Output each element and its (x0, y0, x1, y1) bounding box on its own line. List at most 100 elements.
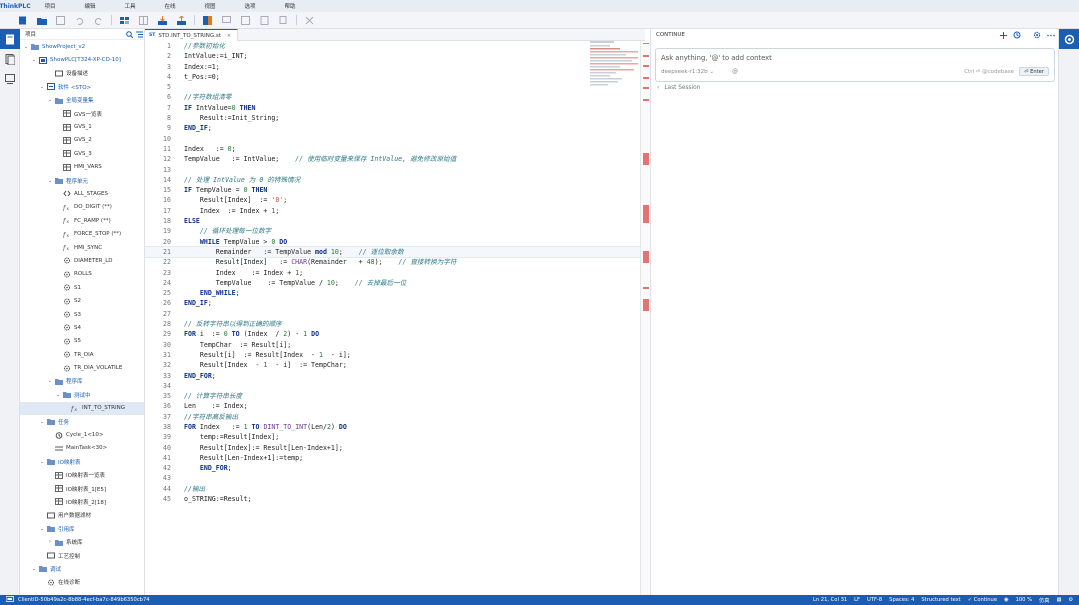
collapse-all-icon[interactable] (134, 31, 144, 38)
run-icon[interactable] (236, 14, 255, 27)
menu-tools[interactable]: 工具 (110, 2, 150, 10)
tree-item[interactable]: f x HMI_SYNC (20, 241, 144, 254)
code-editor[interactable]: 1 //参数初始化 2 IntValue:=i_INT; 3 Index:=1; 4 t_Po… (145, 41, 645, 595)
code-line[interactable]: 38 FOR Index := 1 TO DINT_TO_INT(Len/2) D… (145, 422, 645, 432)
code-line[interactable]: 41 Result[Len-Index+1]:=temp; (145, 453, 645, 463)
tree-item[interactable]: IO映射表_1[E5] (20, 482, 144, 495)
tree-item[interactable]: 设备描述 (20, 67, 144, 80)
tree-item[interactable]: S4 (20, 321, 144, 334)
code-line[interactable]: 43 (145, 473, 645, 483)
code-line[interactable]: 16 Result[Index] := '0'; (145, 195, 645, 205)
code-line[interactable]: 4 t_Pos:=0; (145, 72, 645, 82)
code-line[interactable]: 15 IF TempValue = 0 THEN (145, 185, 645, 195)
code-line[interactable]: 33 END_FOR; (145, 371, 645, 381)
menu-edit[interactable]: 编辑 (70, 2, 110, 10)
settings-gear-icon[interactable] (1030, 31, 1044, 39)
encoding-indicator[interactable]: UTF-8 (867, 597, 882, 603)
chat-input-box[interactable]: Ask anything, '@' to add context deepsee… (655, 48, 1055, 82)
tree-item[interactable]: f x INT_TO_STRING (20, 401, 144, 415)
menu-project[interactable]: 项目 (30, 2, 70, 10)
code-line[interactable]: 13 (145, 165, 645, 175)
tree-item[interactable]: GVS_1 (20, 120, 144, 133)
monitor-view-icon[interactable] (0, 69, 20, 89)
tree-item[interactable]: ⌄ 程序单元 (20, 174, 144, 187)
upload-icon[interactable] (172, 14, 191, 27)
tree-item[interactable]: 用户数据滤材 (20, 509, 144, 522)
build-icon[interactable] (115, 14, 134, 27)
continue-status[interactable]: ✓ Continue (968, 597, 997, 603)
code-line[interactable]: 23 Index := Index + 1; (145, 268, 645, 278)
code-line[interactable]: 6 //字符数组清零 (145, 92, 645, 102)
chevron-down-icon[interactable]: ⌄ (38, 84, 46, 90)
tree-item[interactable]: ⌄ 程序库 (20, 375, 144, 388)
tree-item[interactable]: S2 (20, 294, 144, 307)
chevron-down-icon[interactable]: ⌄ (46, 378, 54, 384)
tree-item[interactable]: ⌄ ShowProject_v2 (20, 40, 144, 53)
tree-item[interactable]: › 系统库 (20, 535, 144, 548)
menu-online[interactable]: 在线 (150, 2, 190, 10)
code-line[interactable]: 28 // 反转字符串以得到正确的顺序 (145, 319, 645, 329)
tree-item[interactable]: S1 (20, 281, 144, 294)
tree-item[interactable]: ALL_STAGES (20, 187, 144, 200)
code-line[interactable]: 7 IF IntValue=0 THEN (145, 103, 645, 113)
new-session-icon[interactable] (996, 31, 1010, 39)
code-line[interactable]: 27 (145, 309, 645, 319)
save-icon[interactable] (51, 14, 70, 27)
tree-item[interactable]: ROLLS (20, 268, 144, 281)
model-selector[interactable]: deepseek-r1:32b ⌄ (661, 69, 714, 75)
tree-item[interactable]: TR_DIA (20, 348, 144, 361)
code-line[interactable]: 44 //输出 (145, 484, 645, 494)
code-line[interactable]: 32 Result[Index - 1 - i] := TempChar; (145, 360, 645, 370)
code-line[interactable]: 10 (145, 134, 645, 144)
code-line[interactable]: 39 temp:=Result[Index]; (145, 432, 645, 442)
code-line[interactable]: 25 END_WHILE; (145, 288, 645, 298)
search-icon[interactable] (124, 30, 134, 38)
tree-item[interactable]: ⌄ 调试 (20, 562, 144, 575)
chevron-down-icon[interactable]: ⌄ (38, 526, 46, 532)
copy-icon[interactable] (274, 14, 293, 27)
project-explorer-icon[interactable] (0, 29, 20, 49)
tab-int-to-string[interactable]: ST STD.INT_TO_STRING.st × (145, 29, 239, 41)
cursor-position[interactable]: Ln 21, Col 31 (813, 597, 847, 603)
tree-item[interactable]: TR_DIA_VOLATILE (20, 361, 144, 374)
code-line[interactable]: 14 // 处理 IntValue 为 0 的特殊情况 (145, 175, 645, 185)
code-line[interactable]: 2 IntValue:=i_INT; (145, 51, 645, 61)
chevron-down-icon[interactable]: ⌄ (22, 44, 30, 50)
close-icon[interactable]: × (227, 33, 231, 39)
tree-item[interactable]: ⌄ 引用库 (20, 522, 144, 535)
menu-view[interactable]: 视图 (190, 2, 230, 10)
code-line[interactable]: 1 //参数初始化 (145, 41, 645, 51)
code-line[interactable]: 35 // 计算字符串长度 (145, 391, 645, 401)
menu-options[interactable]: 选项 (230, 2, 270, 10)
tree-item[interactable]: IO映射表一览表 (20, 469, 144, 482)
enter-button[interactable]: ⏎ Enter (1019, 67, 1049, 76)
undo-icon[interactable] (70, 14, 89, 27)
tree-item[interactable]: Cycle_1<10> (20, 428, 144, 441)
code-line[interactable]: 18 ELSE (145, 216, 645, 226)
last-session-toggle[interactable]: ‹ Last Session (657, 85, 700, 91)
history-icon[interactable] (1010, 31, 1024, 39)
code-line[interactable]: 8 Result:=Init_String; (145, 113, 645, 123)
eol-indicator[interactable]: LF (854, 597, 860, 603)
tree-item[interactable]: GVS_3 (20, 147, 144, 160)
code-line[interactable]: 42 END_FOR; (145, 463, 645, 473)
chevron-down-icon[interactable]: ⌄ (30, 566, 38, 572)
code-line[interactable]: 26 END_IF; (145, 298, 645, 308)
tree-item[interactable]: 在线诊断 (20, 576, 144, 589)
chevron-down-icon[interactable]: ⌄ (46, 178, 54, 184)
tree-item[interactable]: HMI_VARS (20, 161, 144, 174)
code-line[interactable]: 31 Result[i] := Result[Index - 1 - i]; (145, 350, 645, 360)
indent-indicator[interactable]: Spaces: 4 (889, 597, 914, 603)
files-icon[interactable] (0, 49, 20, 69)
code-line[interactable]: 34 (145, 381, 645, 391)
code-line[interactable]: 36 Len := Index; (145, 401, 645, 411)
tree-item[interactable]: ⌄ 任务 (20, 415, 144, 428)
code-line[interactable]: 30 TempChar := Result[i]; (145, 340, 645, 350)
code-line[interactable]: 40 Result[Index]:= Result[Len-Index+1]; (145, 443, 645, 453)
bell-icon[interactable]: ◉ (1004, 597, 1009, 603)
tree-item[interactable]: ⌄ IO映射表 (20, 455, 144, 468)
code-line[interactable]: 5 (145, 82, 645, 92)
terminal-icon[interactable] (5, 596, 14, 604)
chevron-down-icon[interactable]: ⌄ (46, 97, 54, 103)
stop-icon[interactable] (255, 14, 274, 27)
